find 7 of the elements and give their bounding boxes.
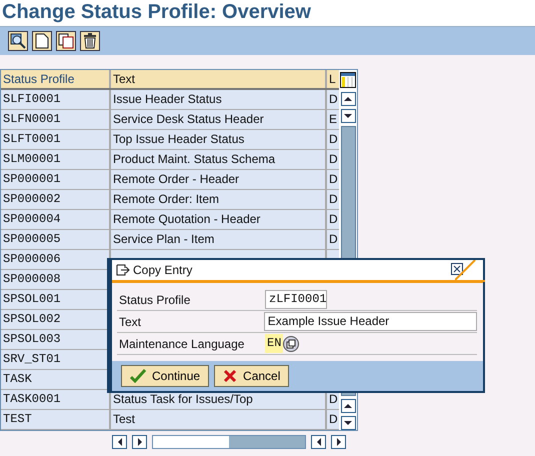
page-title: Change Status Profile: Overview [0,0,535,27]
field-label: Status Profile [118,292,192,306]
table-cell: TEST [1,410,111,430]
table-cell: Test [111,410,327,430]
field-label: Text [118,314,142,328]
field-label: Maintenance Language [118,336,246,350]
dialog-title: Copy Entry [133,263,192,277]
